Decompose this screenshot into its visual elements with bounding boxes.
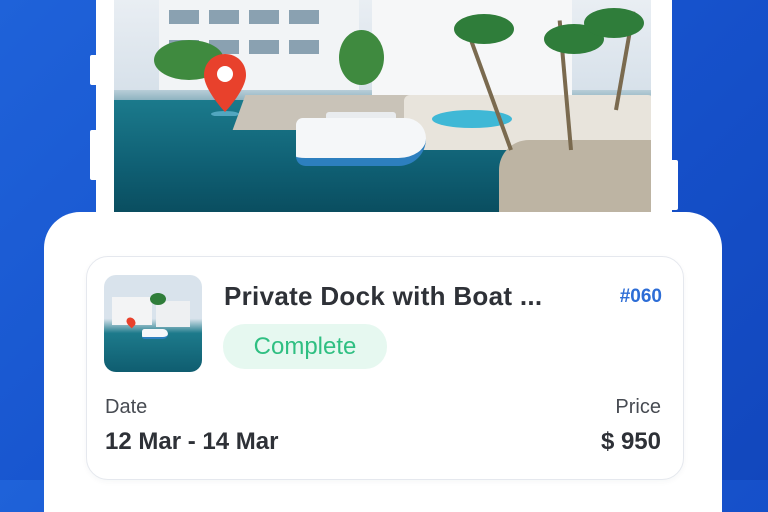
date-label: Date <box>105 396 148 418</box>
listing-title: Private Dock with Boat ... <box>224 281 543 311</box>
property-thumbnail[interactable] <box>104 275 202 372</box>
price-value: $ 950 <box>600 428 661 455</box>
frame-edge <box>90 130 98 180</box>
property-hero-image[interactable] <box>114 0 651 212</box>
status-badge: Complete <box>223 324 387 369</box>
booking-id: #060 <box>619 286 662 307</box>
frame-edge <box>670 160 678 210</box>
date-value: 12 Mar - 14 Mar <box>105 428 279 455</box>
frame-edge <box>90 55 98 85</box>
price-label: Price <box>615 396 661 418</box>
map-pin-icon[interactable] <box>202 52 248 116</box>
